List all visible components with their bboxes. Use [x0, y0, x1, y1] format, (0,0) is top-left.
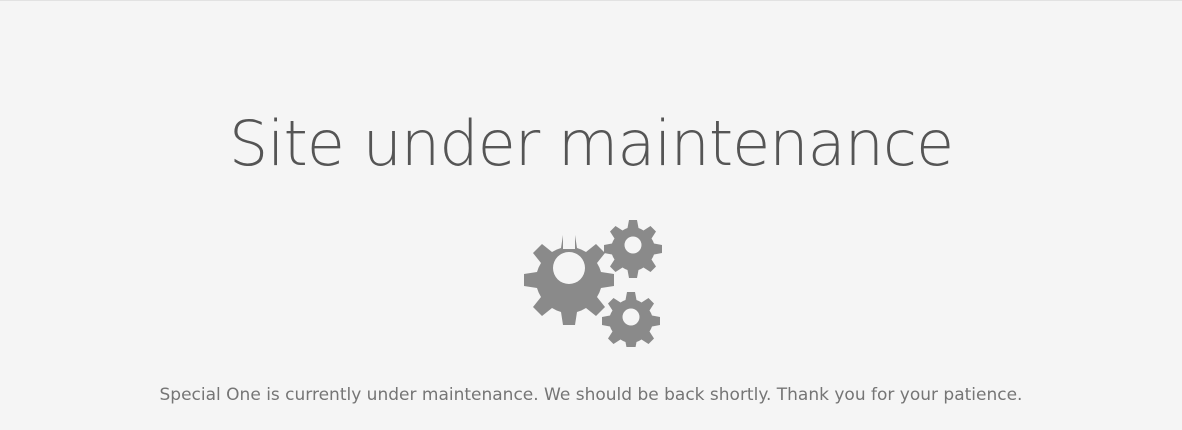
small-gear-bottom-icon: [602, 292, 660, 347]
maintenance-page: Site under maintenance Special One is cu…: [0, 0, 1182, 430]
page-title: Site under maintenance: [228, 107, 954, 180]
small-gear-top-icon: [604, 220, 662, 278]
gears-icon: [524, 220, 662, 347]
large-gear-icon: [524, 235, 614, 325]
maintenance-message: Special One is currently under maintenan…: [159, 385, 1023, 405]
